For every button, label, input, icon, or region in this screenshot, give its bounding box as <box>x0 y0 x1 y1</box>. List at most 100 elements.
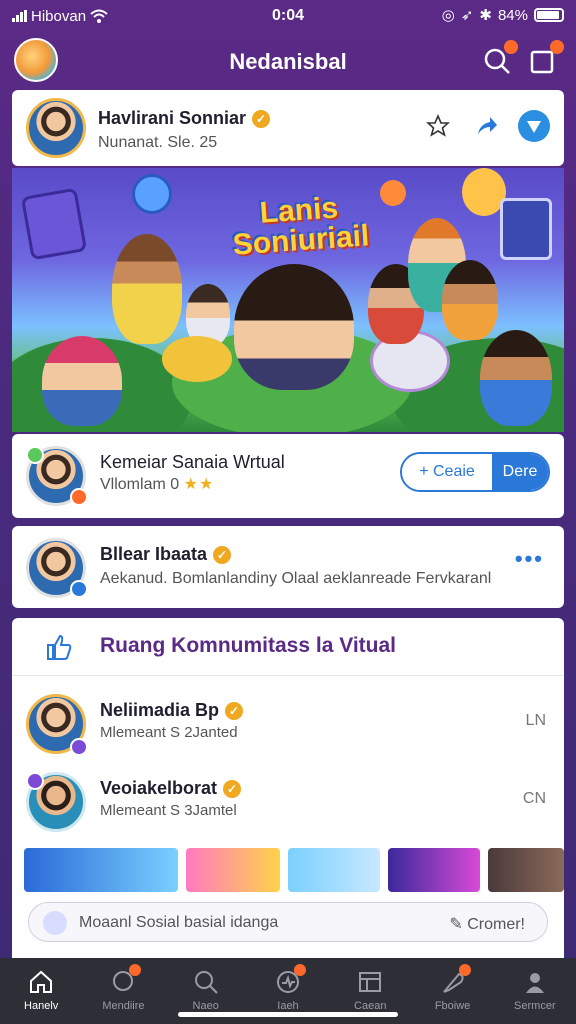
virtual-card[interactable]: Kemeiar Sanaia Wrtual Vllomlam 0 ★★ + Ce… <box>12 434 564 518</box>
member-subtitle: Mlemeant S 2Janted <box>100 724 238 741</box>
nav-badge <box>293 964 306 976</box>
send-button[interactable] <box>518 110 550 142</box>
media-thumbnail[interactable] <box>24 848 178 892</box>
post-card[interactable]: Bllear Ibaata ✓ Aekanud. Bomlanlandiny Ol… <box>12 526 564 608</box>
member-name: Neliimadia Bp ✓ <box>100 700 244 721</box>
notifications-badge <box>550 40 564 54</box>
hero-mascot <box>162 336 232 382</box>
media-strip <box>24 848 564 892</box>
post-author-text: Bllear Ibaata <box>100 544 208 564</box>
rating-stars: ★★ <box>183 476 215 493</box>
game-box-icon <box>500 198 552 260</box>
hero-main-character <box>234 264 354 390</box>
notifications-button[interactable] <box>528 40 564 76</box>
nav-label: Mendiire <box>102 1000 145 1012</box>
chat-icon <box>109 964 142 996</box>
nav-badge <box>458 964 471 976</box>
virtual-name: Kemeiar Sanaia Wrtual <box>100 452 285 472</box>
status-left: Hibovan <box>12 8 212 25</box>
avatar[interactable] <box>26 98 86 158</box>
secondary-button[interactable]: Dere <box>492 454 548 490</box>
media-thumbnail[interactable] <box>288 848 380 892</box>
community-section: Ruang Komnumitass la Vitual Neliimadia B… <box>12 618 564 958</box>
member-side-label: LN <box>525 712 546 729</box>
home-icon <box>30 970 53 993</box>
alarm-icon: ◎ <box>441 7 455 24</box>
hero-banner[interactable]: Lanis Soniuriail <box>12 168 564 432</box>
profile-icon <box>525 973 544 993</box>
search-button[interactable] <box>482 40 518 76</box>
profile-name: Havlirani Sonniar ✓ <box>98 108 271 129</box>
nav-item-feather[interactable]: Fboiwe <box>411 958 493 1024</box>
nav-item-profile[interactable]: Sermcer <box>494 958 576 1024</box>
hero-character <box>442 260 498 340</box>
post-text: Aekanud. Bomlanlandiny Olaal aeklanreade… <box>100 570 492 587</box>
search-badge <box>504 40 518 54</box>
home-indicator[interactable] <box>178 1012 398 1017</box>
location-icon: ➶ <box>460 7 474 24</box>
battery-percent: 84% <box>497 6 528 24</box>
hero-character <box>480 330 552 426</box>
compose-bar[interactable]: Moaanl Sosial basial idanga ✎ Cromer! <box>28 902 548 942</box>
virtual-subtitle-text: Vllomlam 0 <box>100 476 180 493</box>
profile-subtitle: Nunanat. Sle. 25 <box>98 134 218 151</box>
media-thumbnail[interactable] <box>186 848 280 892</box>
member-side-label: CN <box>522 790 546 807</box>
follow-button[interactable]: + Ceaie <box>402 454 492 490</box>
nav-label: Sermcer <box>514 1000 556 1012</box>
search-icon <box>194 971 218 994</box>
tablet-icon <box>20 187 88 261</box>
signal-icon <box>12 10 27 22</box>
hero-character <box>112 234 182 344</box>
carrier-label: Hibovan <box>31 7 87 25</box>
status-bar: Hibovan 0:04 ◎ ➶ ✱ 84% <box>0 0 576 32</box>
app-title: Nedanisbal <box>229 49 347 74</box>
follow-toggle[interactable]: + Ceaie Dere <box>400 452 550 492</box>
media-thumbnail[interactable] <box>388 848 480 892</box>
status-badge <box>26 772 44 790</box>
bluetooth-icon: ✱ <box>479 7 492 24</box>
star-outline-icon <box>426 114 450 137</box>
nav-item-chat[interactable]: Mendiire <box>82 958 164 1024</box>
battery-icon <box>534 8 564 22</box>
verified-icon: ✓ <box>213 546 232 565</box>
app-logo[interactable] <box>14 38 58 82</box>
nav-label: Iaeh <box>277 1000 299 1012</box>
nav-item-home[interactable]: Hanelv <box>0 958 82 1024</box>
media-thumbnail[interactable] <box>488 848 564 892</box>
compose-input[interactable]: Moaanl Sosial basial idanga <box>79 914 278 932</box>
list-item[interactable]: Veoiakelborat ✓ Mlemeant S 3Jamtel CN <box>12 768 564 840</box>
status-badge <box>70 580 88 598</box>
activity-icon <box>274 964 306 996</box>
hero-title: Lanis Soniuriail <box>218 190 382 261</box>
feather-icon <box>439 964 471 996</box>
status-badge <box>70 488 88 506</box>
wifi-icon <box>90 9 108 23</box>
send-icon <box>527 121 541 133</box>
thumbs-up-icon[interactable] <box>44 632 74 662</box>
nav-label: Caean <box>354 1000 387 1012</box>
member-name-text: Veoiakelborat <box>100 778 218 798</box>
share-arrow-icon <box>478 117 497 134</box>
nav-label: Hanelv <box>24 1000 59 1012</box>
member-name: Veoiakelborat ✓ <box>100 778 242 799</box>
nav-badge <box>129 964 142 976</box>
hero-character <box>42 336 122 426</box>
online-badge <box>26 446 44 464</box>
bookmark-button[interactable] <box>422 110 454 142</box>
nav-label: Fboiwe <box>434 1000 471 1012</box>
member-subtitle: Mlemeant S 3Jamtel <box>100 802 237 819</box>
compose-action-button[interactable]: ✎ Cromer! <box>449 914 525 934</box>
profile-card[interactable]: Havlirani Sonniar ✓ Nunanat. Sle. 25 <box>12 90 564 166</box>
profile-name-text: Havlirani Sonniar <box>98 108 247 128</box>
compose-avatar-icon <box>43 911 67 935</box>
list-item[interactable]: Neliimadia Bp ✓ Mlemeant S 2Janted LN <box>12 690 564 762</box>
balloon-icon <box>132 174 172 214</box>
verified-icon: ✓ <box>225 702 244 721</box>
verified-icon: ✓ <box>252 110 271 129</box>
verified-icon: ✓ <box>223 780 242 799</box>
status-badge <box>70 738 88 756</box>
share-button[interactable] <box>470 110 502 142</box>
more-options-button[interactable]: ••• <box>515 546 544 572</box>
balloon-icon <box>380 180 406 206</box>
